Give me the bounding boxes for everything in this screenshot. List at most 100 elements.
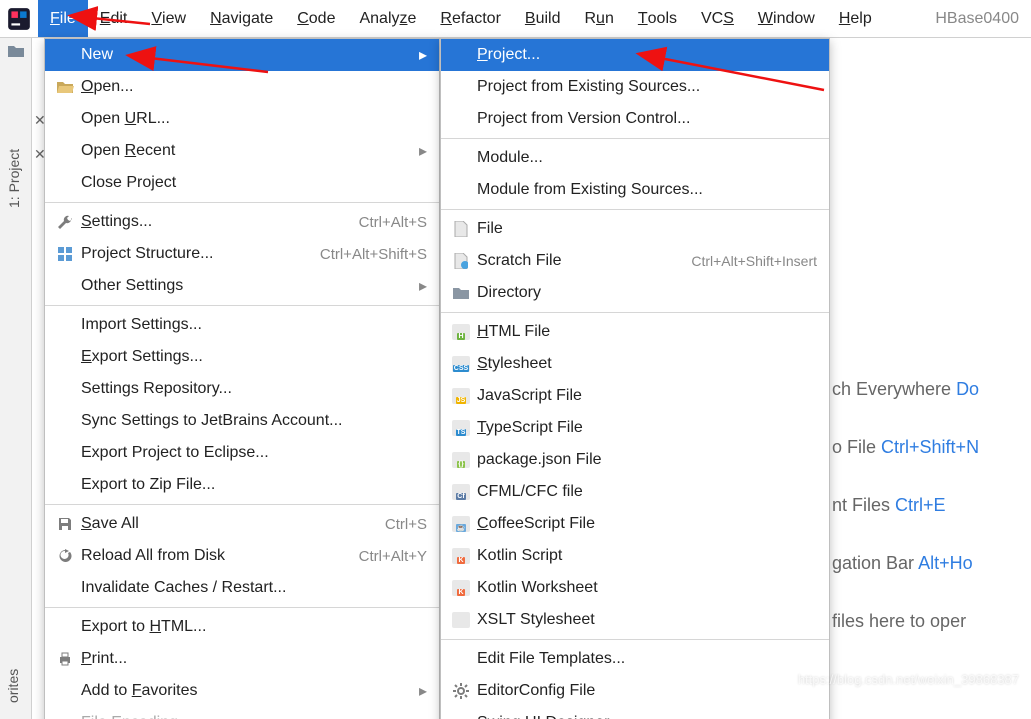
open-icon xyxy=(53,80,77,94)
file-menu-item-export-to-zip-file[interactable]: Export to Zip File... xyxy=(45,469,439,501)
new-menu-item-javascript-file[interactable]: JSJavaScript File xyxy=(441,380,829,412)
menu-item-label: Project... xyxy=(473,46,817,64)
menu-item-label: Save All xyxy=(77,515,385,533)
menu-item-label: File xyxy=(473,220,817,238)
file-menu-item-close-project[interactable]: Close Project xyxy=(45,167,439,199)
file-menu-item-new[interactable]: New▸ xyxy=(45,39,439,71)
new-menu-item-edit-file-templates[interactable]: Edit File Templates... xyxy=(441,643,829,675)
new-menu-item-kotlin-worksheet[interactable]: KKotlin Worksheet xyxy=(441,572,829,604)
welcome-hint: files here to oper xyxy=(832,592,979,650)
menu-item-label: Settings Repository... xyxy=(77,380,427,398)
menu-edit[interactable]: Edit xyxy=(88,0,140,37)
gear-icon xyxy=(449,683,473,699)
menu-analyze[interactable]: Analyze xyxy=(347,0,428,37)
menu-item-label: File Encoding xyxy=(77,714,427,719)
scratch-icon xyxy=(449,253,473,269)
save-icon xyxy=(53,516,77,532)
menu-run[interactable]: Run xyxy=(572,0,625,37)
file-menu-item-save-all[interactable]: Save AllCtrl+S xyxy=(45,508,439,540)
file-menu-item-open[interactable]: Open... xyxy=(45,71,439,103)
menu-item-label: Kotlin Script xyxy=(473,547,817,565)
welcome-hint: o File Ctrl+Shift+N xyxy=(832,418,979,476)
menu-item-label: Export Settings... xyxy=(77,348,427,366)
new-menu-item-cfml-cfc-file[interactable]: CfCFML/CFC file xyxy=(441,476,829,508)
menu-item-label: Project from Version Control... xyxy=(473,110,817,128)
separator xyxy=(45,305,439,306)
file-menu-item-export-settings[interactable]: Export Settings... xyxy=(45,341,439,373)
menu-item-label: Export to Zip File... xyxy=(77,476,427,494)
coffee-icon: ☕ xyxy=(449,516,473,532)
new-menu-item-kotlin-script[interactable]: KKotlin Script xyxy=(441,540,829,572)
new-menu-item-directory[interactable]: Directory xyxy=(441,277,829,309)
menu-help[interactable]: Help xyxy=(827,0,884,37)
xslt-icon xyxy=(449,612,473,628)
file-menu-item-settings-repository[interactable]: Settings Repository... xyxy=(45,373,439,405)
menu-file[interactable]: File xyxy=(38,0,88,37)
new-menu-item-module[interactable]: Module... xyxy=(441,142,829,174)
new-menu-item-xslt-stylesheet[interactable]: XSLT Stylesheet xyxy=(441,604,829,636)
menu-item-label: Directory xyxy=(473,284,817,302)
menu-item-label: Module... xyxy=(473,149,817,167)
file-menu-item-export-project-to-eclipse[interactable]: Export Project to Eclipse... xyxy=(45,437,439,469)
file-menu-item-file-encoding: File Encoding xyxy=(45,707,439,719)
menu-item-label: Swing UI Designer xyxy=(473,714,809,719)
menu-view[interactable]: View xyxy=(139,0,198,37)
menu-item-label: Open... xyxy=(77,78,427,96)
project-toolwindow-tab[interactable]: 1: Project xyxy=(6,149,22,208)
menu-vcs[interactable]: VCS xyxy=(689,0,746,37)
new-menu-item-project[interactable]: Project... xyxy=(441,39,829,71)
menu-item-label: New xyxy=(77,46,419,64)
separator xyxy=(441,209,829,210)
menu-window[interactable]: Window xyxy=(746,0,827,37)
file-menu-item-export-to-html[interactable]: Export to HTML... xyxy=(45,611,439,643)
menu-items: FileEditViewNavigateCodeAnalyzeRefactorB… xyxy=(38,0,884,37)
new-menu-item-swing-ui-designer[interactable]: Swing UI Designer▸ xyxy=(441,707,829,719)
file-menu-item-other-settings[interactable]: Other Settings▸ xyxy=(45,270,439,302)
cf-icon: Cf xyxy=(449,484,473,500)
new-menu-item-module-from-existing-sources[interactable]: Module from Existing Sources... xyxy=(441,174,829,206)
welcome-hint: gation Bar Alt+Ho xyxy=(832,534,979,592)
file-menu-item-import-settings[interactable]: Import Settings... xyxy=(45,309,439,341)
new-menu-item-file[interactable]: File xyxy=(441,213,829,245)
menu-refactor[interactable]: Refactor xyxy=(428,0,512,37)
menu-item-label: Add to Favorites xyxy=(77,682,419,700)
chevron-right-icon: ▸ xyxy=(419,276,427,296)
separator xyxy=(45,504,439,505)
menu-item-label: Sync Settings to JetBrains Account... xyxy=(77,412,427,430)
menu-item-label: Project from Existing Sources... xyxy=(473,78,817,96)
file-menu-item-project-structure[interactable]: Project Structure...Ctrl+Alt+Shift+S xyxy=(45,238,439,270)
new-submenu: Project... Project from Existing Sources.… xyxy=(440,38,830,719)
new-menu-item-html-file[interactable]: HHTML File xyxy=(441,316,829,348)
new-menu-item-editorconfig-file[interactable]: EditorConfig File xyxy=(441,675,829,707)
menu-item-label: HTML File xyxy=(473,323,817,341)
new-menu-item-package-json-file[interactable]: {}package.json File xyxy=(441,444,829,476)
file-menu-item-add-to-favorites[interactable]: Add to Favorites▸ xyxy=(45,675,439,707)
menu-code[interactable]: Code xyxy=(285,0,347,37)
menu-item-label: EditorConfig File xyxy=(473,682,817,700)
menu-item-label: package.json File xyxy=(473,451,817,469)
new-menu-item-project-from-existing-sources[interactable]: Project from Existing Sources... xyxy=(441,71,829,103)
file-menu-item-reload-all-from-disk[interactable]: Reload All from DiskCtrl+Alt+Y xyxy=(45,540,439,572)
new-menu-item-project-from-version-control[interactable]: Project from Version Control... xyxy=(441,103,829,135)
separator xyxy=(45,607,439,608)
new-menu-item-scratch-file[interactable]: Scratch FileCtrl+Alt+Shift+Insert xyxy=(441,245,829,277)
project-folder-icon[interactable] xyxy=(0,38,32,64)
menu-build[interactable]: Build xyxy=(513,0,573,37)
file-menu-item-invalidate-caches-restart[interactable]: Invalidate Caches / Restart... xyxy=(45,572,439,604)
separator xyxy=(441,138,829,139)
file-menu-item-print[interactable]: Print... xyxy=(45,643,439,675)
menu-tools[interactable]: Tools xyxy=(626,0,689,37)
file-menu-item-sync-settings-to-jetbrains-account[interactable]: Sync Settings to JetBrains Account... xyxy=(45,405,439,437)
file-menu-item-open-url[interactable]: Open URL... xyxy=(45,103,439,135)
chevron-right-icon: ▸ xyxy=(809,713,817,719)
new-menu-item-stylesheet[interactable]: CSSStylesheet xyxy=(441,348,829,380)
watermark: https://blog.csdn.net/weixin_39868387 xyxy=(798,672,1019,687)
wrench-icon xyxy=(53,214,77,230)
new-menu-item-coffeescript-file[interactable]: ☕CoffeeScript File xyxy=(441,508,829,540)
new-menu-item-typescript-file[interactable]: TSTypeScript File xyxy=(441,412,829,444)
file-menu-item-settings[interactable]: Settings...Ctrl+Alt+S xyxy=(45,206,439,238)
favorites-toolwindow-tab[interactable]: orites xyxy=(5,669,21,703)
shortcut-label: Ctrl+Alt+Shift+Insert xyxy=(691,253,817,269)
file-menu-item-open-recent[interactable]: Open Recent▸ xyxy=(45,135,439,167)
menu-navigate[interactable]: Navigate xyxy=(198,0,285,37)
